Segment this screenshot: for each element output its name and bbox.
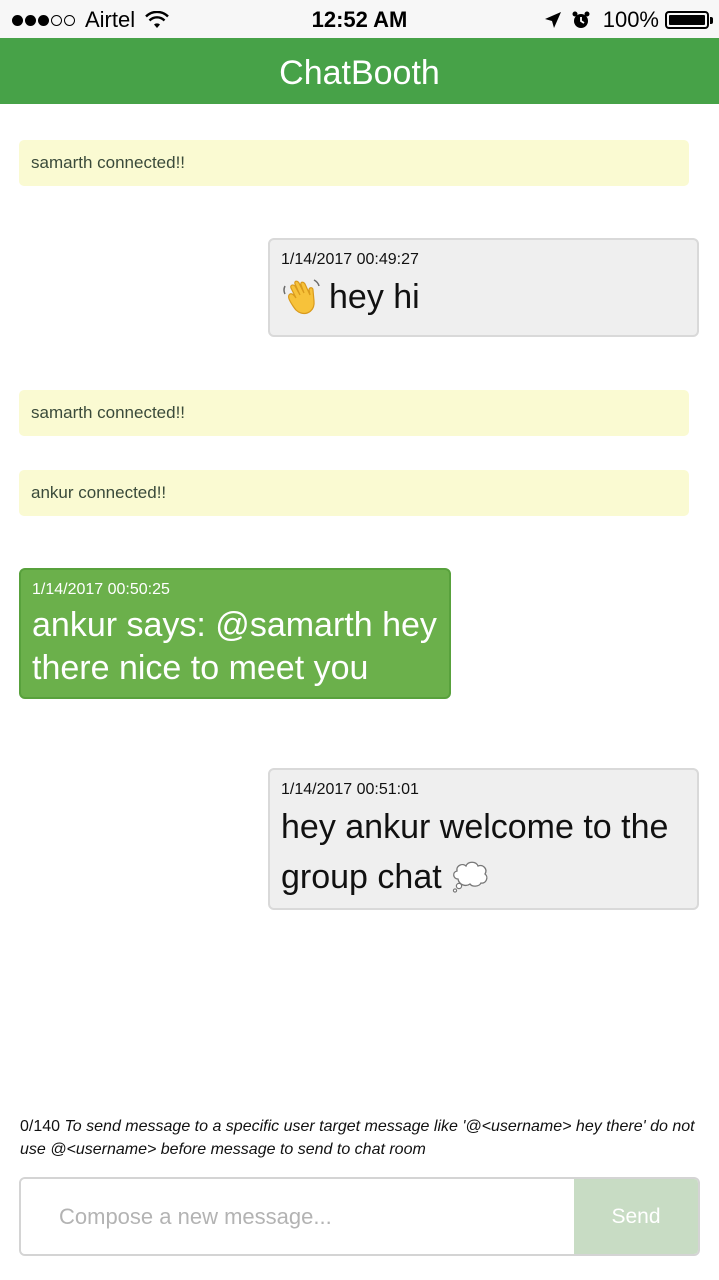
message-body: hey hi (281, 272, 686, 322)
system-message: samarth connected!! (19, 390, 689, 436)
waving-hand-icon (283, 279, 320, 315)
status-right: 100% (543, 7, 713, 33)
battery-icon (665, 11, 713, 29)
message-timestamp: 1/14/2017 00:51:01 (281, 781, 419, 798)
system-message: ankur connected!! (19, 470, 689, 516)
message-timestamp: 1/14/2017 00:50:25 (32, 581, 170, 598)
incoming-message: 1/14/2017 00:50:25 ankur says: @samarth … (19, 568, 451, 699)
message-input[interactable] (21, 1179, 574, 1254)
location-arrow-icon (544, 12, 561, 28)
alarm-clock-icon (572, 11, 590, 28)
message-body: hey ankur welcome to the group chat (281, 802, 686, 902)
outgoing-message: 1/14/2017 00:51:01 hey ankur welcome to … (268, 768, 699, 910)
app-header: ChatBooth (0, 38, 719, 104)
hint-text: To send message to a specific user targe… (20, 1118, 695, 1158)
message-timestamp: 1/14/2017 00:49:27 (281, 251, 419, 268)
outgoing-message: 1/14/2017 00:49:27 hey hi (268, 238, 699, 337)
app-title: ChatBooth (279, 54, 440, 92)
status-bar: Airtel 12:52 AM 100% (0, 0, 719, 38)
send-button[interactable]: Send (574, 1179, 698, 1254)
compose-hint: 0/140 To send message to a specific user… (20, 1115, 710, 1161)
compose-bar: Send (19, 1177, 700, 1256)
message-text: ankur says: @samarth hey there nice to m… (32, 606, 437, 687)
char-counter: 0/140 (20, 1118, 61, 1135)
battery-percent: 100% (602, 7, 659, 32)
message-text: hey hi (329, 278, 420, 316)
thought-bubble-icon (452, 861, 488, 893)
system-message: samarth connected!! (19, 140, 689, 186)
